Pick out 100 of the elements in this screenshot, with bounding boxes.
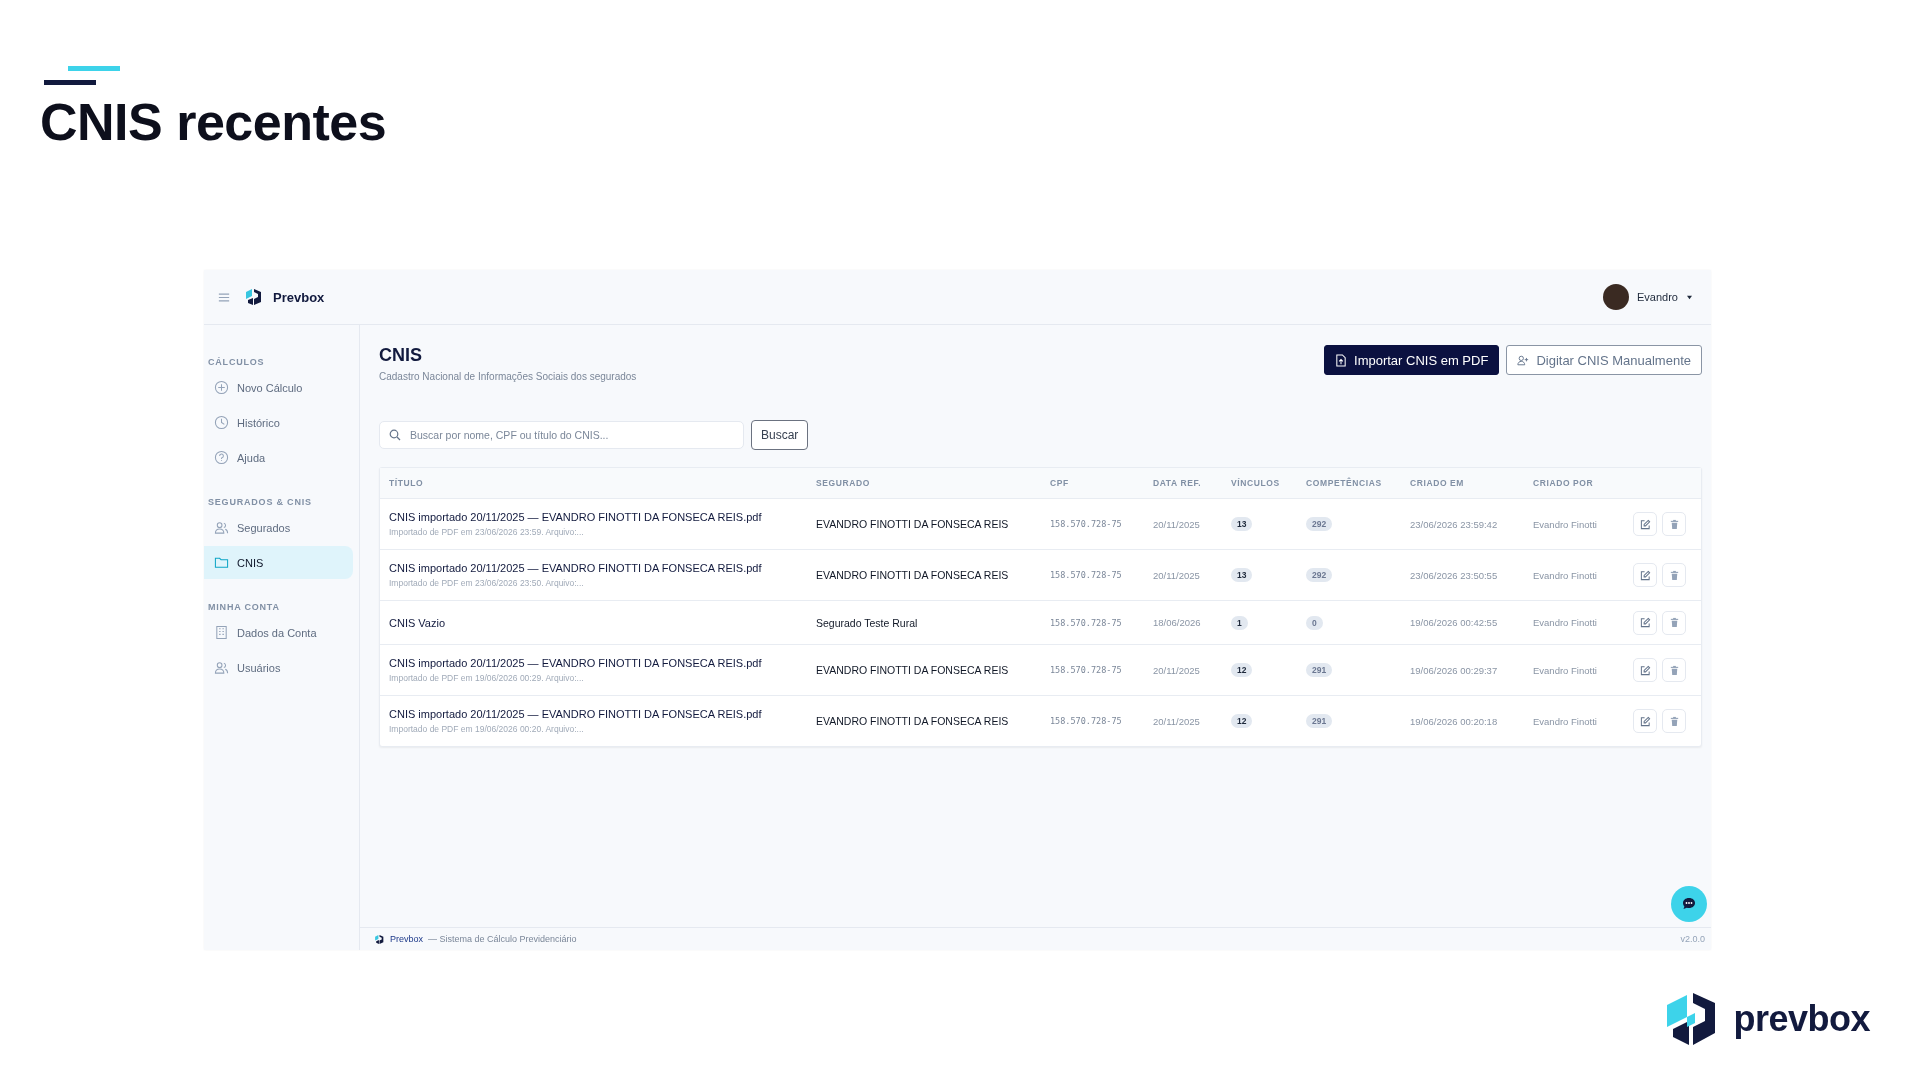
sidebar-item[interactable]: Segurados <box>204 511 353 544</box>
import-note: Importado de PDF em 23/06/2026 23:59. Arquivo:... <box>389 527 585 537</box>
sidebar-item[interactable]: Ajuda <box>204 441 353 474</box>
sidebar-item[interactable]: Histórico <box>204 406 353 439</box>
trash-icon <box>1668 664 1680 676</box>
column-header: CRIADO POR <box>1533 478 1595 488</box>
users-icon <box>214 520 229 535</box>
links-count: 1 <box>1231 615 1248 630</box>
user-name[interactable]: Evandro <box>1637 291 1678 303</box>
avatar[interactable] <box>1603 284 1629 310</box>
insured-name: EVANDRO FINOTTI DA FONSECA REIS <box>816 715 1010 727</box>
delete-button[interactable] <box>1662 563 1686 587</box>
created-by: Evandro Finotti <box>1533 715 1598 727</box>
periods-count: 0 <box>1306 615 1323 630</box>
search-field[interactable]: Buscar por nome, CPF ou título do CNIS... <box>379 421 744 449</box>
column-header: VÍNCULOS <box>1231 478 1281 488</box>
plus-circle-icon <box>214 380 229 395</box>
insured-name: Segurado Teste Rural <box>816 616 919 629</box>
trash-icon <box>1668 715 1680 727</box>
logo-icon <box>374 933 385 945</box>
sidebar-item[interactable]: CNIS <box>204 546 353 579</box>
cnis-title[interactable]: CNIS importado 20/11/2025 — EVANDRO FINOTTI DA FONSECA REIS.pdf <box>389 562 816 574</box>
chat-button[interactable] <box>1671 886 1707 922</box>
cnis-title[interactable]: CNIS importado 20/11/2025 — EVANDRO FINOTTI DA FONSECA REIS.pdf <box>389 708 816 720</box>
cnis-title[interactable]: CNIS importado 20/11/2025 — EVANDRO FINOTTI DA FONSECA REIS.pdf <box>389 511 816 523</box>
edit-button[interactable] <box>1633 512 1657 536</box>
edit-button[interactable] <box>1633 709 1657 733</box>
cpf-value: 158.570.728-75 <box>1050 665 1123 675</box>
help-icon <box>214 450 229 465</box>
created-at: 19/06/2026 00:42:55 <box>1410 617 1499 628</box>
delete-button[interactable] <box>1662 709 1686 733</box>
created-at: 23/06/2026 23:59:42 <box>1410 518 1499 530</box>
reference-date: 20/11/2025 <box>1153 664 1201 676</box>
edit-icon <box>1639 569 1651 581</box>
trash-icon <box>1668 518 1680 530</box>
created-by: Evandro Finotti <box>1533 569 1598 581</box>
insured-name: EVANDRO FINOTTI DA FONSECA REIS <box>816 518 1010 530</box>
reference-date: 20/11/2025 <box>1153 569 1201 581</box>
insured-name: EVANDRO FINOTTI DA FONSECA REIS <box>816 569 1010 581</box>
sidebar-item[interactable]: Usuários <box>204 651 353 684</box>
brand-name: Prevbox <box>273 289 325 305</box>
created-by: Evandro Finotti <box>1533 664 1598 676</box>
periods-count: 291 <box>1306 663 1333 677</box>
import-note: Importado de PDF em 19/06/2026 00:29. Arquivo:... <box>389 673 585 683</box>
logo-icon <box>244 287 264 307</box>
import-note: Importado de PDF em 19/06/2026 00:20. Arquivo:... <box>389 724 585 734</box>
insured-name: EVANDRO FINOTTI DA FONSECA REIS <box>816 664 1010 676</box>
caret-icon[interactable] <box>1686 294 1693 300</box>
search-button[interactable]: Buscar <box>751 420 809 450</box>
created-at: 23/06/2026 23:50:55 <box>1410 569 1499 581</box>
file-upload-icon <box>1335 353 1347 367</box>
delete-button[interactable] <box>1662 658 1686 682</box>
chat-icon <box>1681 896 1697 912</box>
cpf-value: 158.570.728-75 <box>1050 570 1123 580</box>
created-by: Evandro Finotti <box>1533 518 1598 530</box>
delete-button[interactable] <box>1662 610 1686 635</box>
edit-button[interactable] <box>1633 610 1657 635</box>
column-header: TÍTULO <box>389 478 425 488</box>
periods-count: 292 <box>1306 517 1333 531</box>
trash-icon <box>1668 569 1680 581</box>
trash-icon <box>1668 617 1680 628</box>
folder-icon <box>214 555 229 570</box>
links-count: 12 <box>1231 714 1253 728</box>
section-heading: MINHA CONTA <box>207 601 281 614</box>
page-title: CNIS <box>379 345 423 366</box>
sidebar-item[interactable]: Dados da Conta <box>204 616 353 649</box>
manual-entry-button[interactable]: Digitar CNIS Manualmente <box>1506 345 1702 375</box>
reference-date: 20/11/2025 <box>1153 715 1201 727</box>
slide-title: CNIS recentes <box>40 92 387 152</box>
edit-icon <box>1639 617 1651 628</box>
edit-button[interactable] <box>1633 563 1657 587</box>
edit-icon <box>1639 715 1651 727</box>
column-header: DATA REF. <box>1153 478 1203 488</box>
add-user-icon <box>1517 353 1530 367</box>
edit-icon <box>1639 518 1651 530</box>
edit-icon <box>1639 664 1651 676</box>
users-icon <box>214 660 229 675</box>
footer-brand: Prevbox <box>390 934 424 944</box>
periods-count: 292 <box>1306 568 1333 582</box>
links-count: 12 <box>1231 663 1253 677</box>
column-header: SEGURADO <box>816 478 871 488</box>
search-icon <box>389 429 401 441</box>
cnis-title[interactable]: CNIS Vazio <box>389 616 816 629</box>
created-at: 19/06/2026 00:29:37 <box>1410 664 1499 676</box>
reference-date: 18/06/2026 <box>1153 617 1202 628</box>
import-button[interactable]: Importar CNIS em PDF <box>1324 345 1500 375</box>
cpf-value: 158.570.728-75 <box>1050 519 1123 529</box>
delete-button[interactable] <box>1662 512 1686 536</box>
sidebar-item[interactable]: Novo Cálculo <box>204 371 353 404</box>
menu-icon[interactable] <box>218 291 230 303</box>
column-header: CRIADO EM <box>1410 478 1466 488</box>
page-subtitle: Cadastro Nacional de Informações Sociais dos segurados <box>379 371 637 382</box>
links-count: 13 <box>1231 568 1253 582</box>
cpf-value: 158.570.728-75 <box>1050 716 1123 726</box>
created-at: 19/06/2026 00:20:18 <box>1410 715 1499 727</box>
links-count: 13 <box>1231 517 1253 531</box>
cnis-title[interactable]: CNIS importado 20/11/2025 — EVANDRO FINOTTI DA FONSECA REIS.pdf <box>389 657 816 669</box>
periods-count: 291 <box>1306 714 1333 728</box>
column-header: CPF <box>1050 478 1070 488</box>
edit-button[interactable] <box>1633 658 1657 682</box>
